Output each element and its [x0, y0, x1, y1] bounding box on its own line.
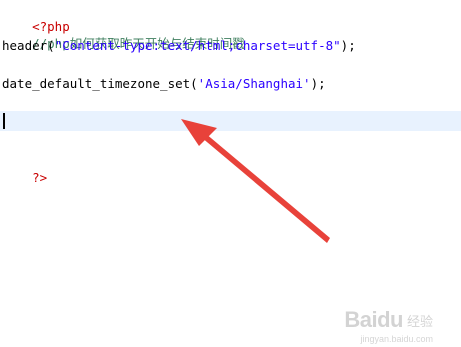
code-line-php-open[interactable]: <?php: [2, 0, 70, 34]
timezone-function: date_default_timezone_set(: [2, 76, 198, 91]
php-close-tag: ?>: [32, 170, 48, 185]
code-line-header[interactable]: header("Content-type:text/html;charset=u…: [2, 37, 356, 55]
header-string: "Content-type:text/html;charset=utf-8": [54, 38, 341, 53]
text-caret: [3, 113, 5, 129]
code-line-comment[interactable]: //php如何获取昨天开始与结束时间戳: [2, 17, 245, 51]
watermark-sub: 经验: [406, 314, 433, 330]
current-line-highlight: [0, 111, 461, 131]
code-line-timezone[interactable]: date_default_timezone_set('Asia/Shanghai…: [2, 75, 326, 93]
header-function: header(: [2, 38, 55, 53]
timezone-string: 'Asia/Shanghai': [197, 76, 311, 91]
code-editor[interactable]: <?php //php如何获取昨天开始与结束时间戳 header("Conten…: [0, 0, 461, 347]
watermark-url: jingyan.baidu.com: [360, 334, 433, 344]
header-end: );: [340, 38, 356, 53]
code-line-php-close[interactable]: ?>: [2, 151, 47, 185]
baidu-watermark: Baidu 经验: [344, 307, 433, 333]
watermark-brand: Baidu: [344, 307, 403, 332]
timezone-end: );: [310, 76, 326, 91]
